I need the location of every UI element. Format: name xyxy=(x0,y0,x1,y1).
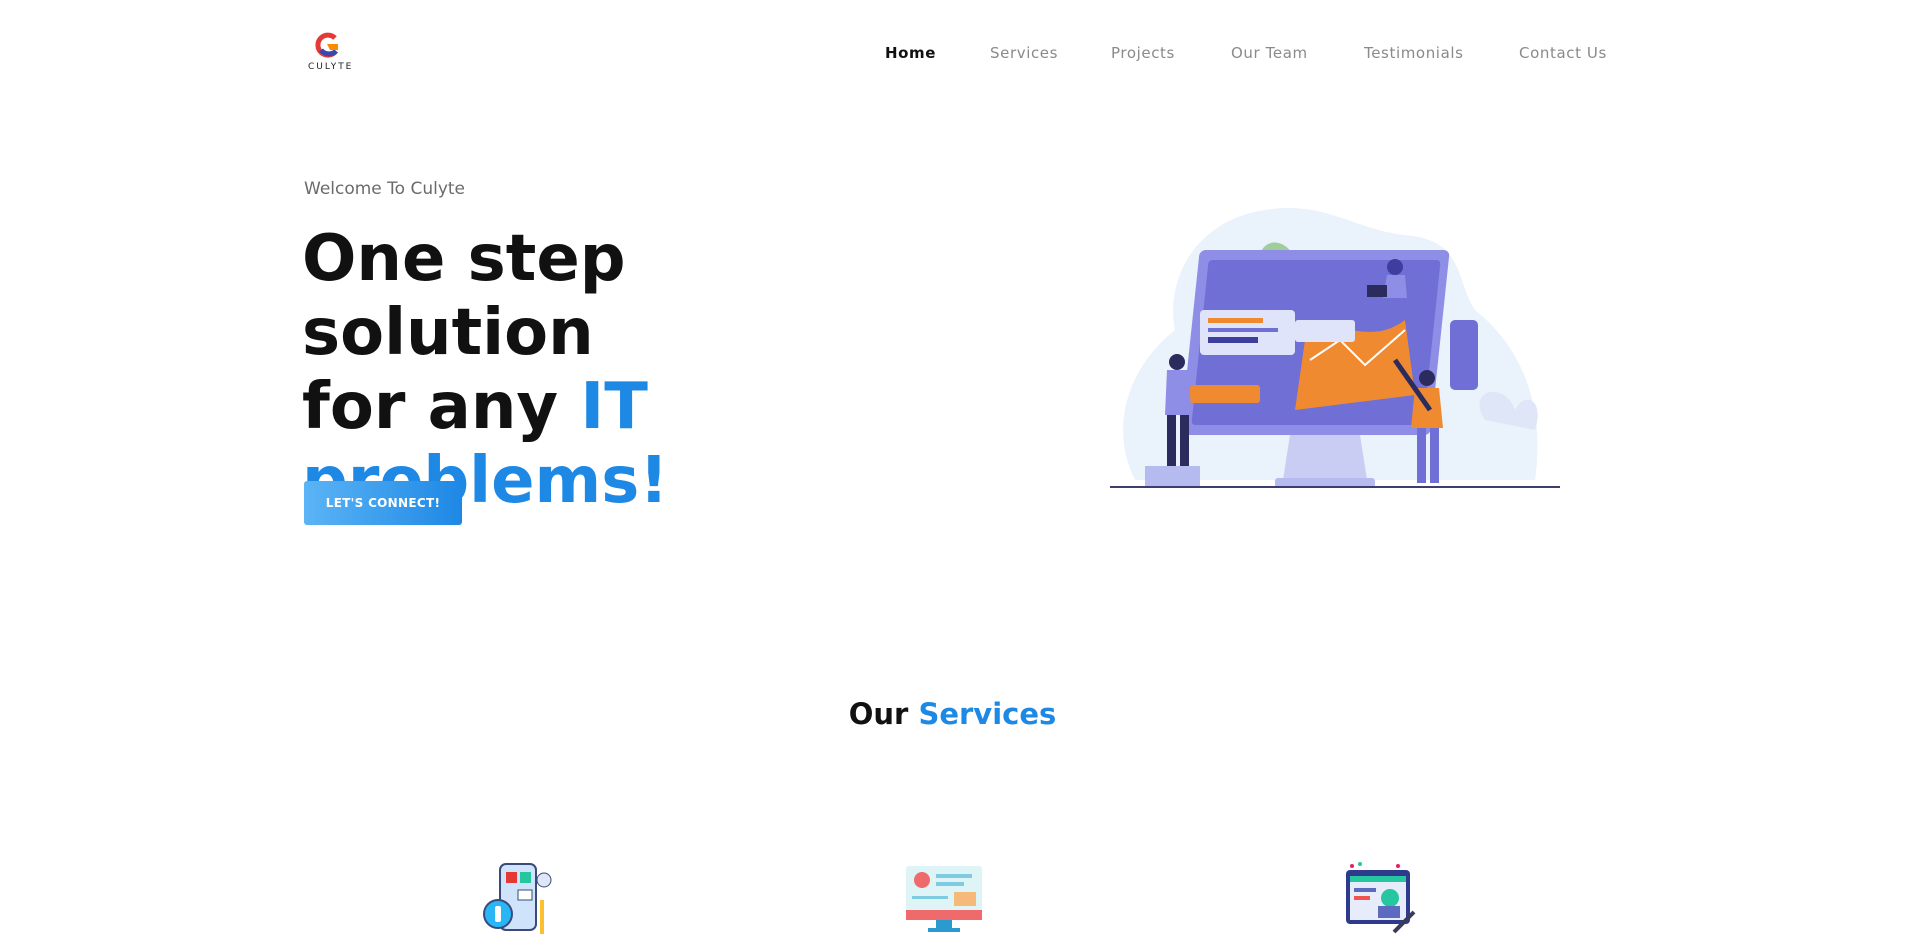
mobile-app-development-icon xyxy=(483,863,552,934)
hero-title: One step solution for any IT problems! xyxy=(302,222,922,518)
brand-logo[interactable]: CULYTE xyxy=(306,30,356,76)
hero-illustration xyxy=(1110,207,1560,488)
nav-item-home[interactable]: Home xyxy=(885,44,936,62)
hero-title-line1: One step solution xyxy=(302,222,626,370)
nav-item-contact-us[interactable]: Contact Us xyxy=(1519,44,1607,62)
services-heading: Our Services xyxy=(0,697,1905,731)
ui-design-icon xyxy=(1346,862,1416,934)
hero-welcome-text: Welcome To Culyte xyxy=(304,179,466,199)
nav-item-testimonials[interactable]: Testimonials xyxy=(1364,44,1464,62)
web-design-monitor-icon xyxy=(906,866,982,932)
brand-name: CULYTE xyxy=(308,62,354,72)
services-heading-accent: Services xyxy=(918,697,1057,731)
lets-connect-button[interactable]: LET'S CONNECT! xyxy=(304,481,462,525)
services-heading-plain: Our xyxy=(848,697,919,731)
nav-item-our-team[interactable]: Our Team xyxy=(1231,44,1308,62)
hero-title-accent-it: IT xyxy=(580,370,648,444)
nav-item-services[interactable]: Services xyxy=(990,44,1058,62)
hero-title-line2: for any xyxy=(302,370,581,444)
logo-mark-icon xyxy=(315,32,339,58)
nav-item-projects[interactable]: Projects xyxy=(1111,44,1175,62)
